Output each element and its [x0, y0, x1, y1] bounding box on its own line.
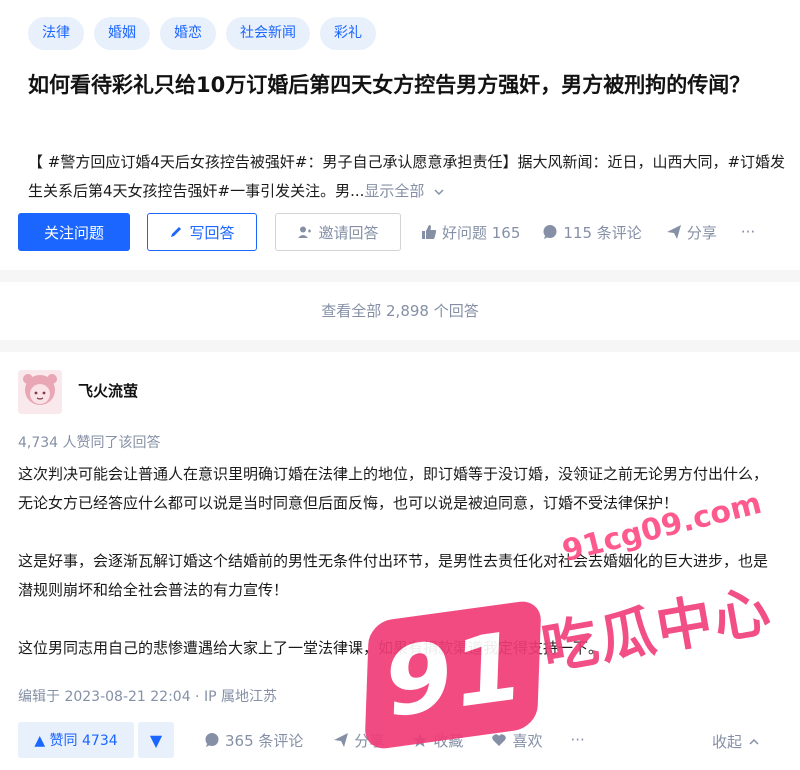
- show-all-link[interactable]: 显示全部: [364, 182, 445, 200]
- star-icon: [412, 732, 428, 748]
- show-all-label: 显示全部: [364, 182, 425, 200]
- invite-answer-button[interactable]: 邀请回答: [275, 213, 401, 251]
- follow-question-button[interactable]: 关注问题: [18, 213, 130, 251]
- pencil-icon: [169, 225, 183, 239]
- collapse-label: 收起: [711, 733, 742, 751]
- tag-marriage[interactable]: 婚姻: [94, 17, 150, 50]
- answer-paragraph: 这位男同志用自己的悲惨遭遇给大家上了一堂法律课，如果有捐款渠道我定得支持一下。: [18, 639, 604, 657]
- good-question-label: 好问题 165: [442, 223, 521, 242]
- collect-button[interactable]: 收藏: [412, 730, 463, 751]
- share-icon: [333, 732, 349, 748]
- comment-icon: [204, 732, 220, 748]
- write-answer-label: 写回答: [189, 223, 235, 242]
- question-title[interactable]: 如何看待彩礼只给10万订婚后第四天女方控告男方强奸，男方被刑拘的传闻？: [28, 68, 788, 102]
- tag-romance[interactable]: 婚恋: [160, 17, 216, 50]
- question-actions: 关注问题 写回答 邀请回答 好问题 165 115 条评论 分享 ···: [18, 213, 755, 251]
- question-comments-button[interactable]: 115 条评论: [542, 213, 642, 251]
- collapse-button[interactable]: 收起: [712, 731, 760, 752]
- edit-info: 编辑于 2023-08-21 22:04 · IP 属地江苏: [18, 689, 277, 705]
- question-card: 法律 婚姻 婚恋 社会新闻 彩礼 如何看待彩礼只给10万订婚后第四天女方控告男方…: [0, 0, 800, 270]
- answer-share-label: 分享: [354, 731, 385, 750]
- thumbs-up-icon: [421, 224, 437, 240]
- invite-user-icon: [297, 225, 312, 240]
- share-icon: [666, 224, 682, 240]
- view-all-answers-link[interactable]: 查看全部 2,898 个回答: [0, 282, 800, 340]
- answer-paragraph: 这是好事，会逐渐瓦解订婚这个结婚前的男性无条件付出环节，是男性去责任化对社会去婚…: [18, 552, 769, 599]
- question-more-button[interactable]: ···: [741, 213, 755, 251]
- author-name[interactable]: 飞火流萤: [78, 380, 138, 401]
- answer-paragraph: 这次判决可能会让普通人在意识里明确订婚在法律上的地位，即订婚等于没订婚，没领证之…: [18, 465, 769, 512]
- like-label: 喜欢: [512, 731, 543, 750]
- question-share-button[interactable]: 分享: [666, 213, 717, 251]
- comment-icon: [542, 224, 558, 240]
- collect-label: 收藏: [433, 731, 464, 750]
- heart-icon: [491, 732, 507, 748]
- question-share-label: 分享: [686, 223, 717, 242]
- answer-share-button[interactable]: 分享: [333, 730, 384, 751]
- view-all-card: 查看全部 2,898 个回答: [0, 282, 800, 340]
- answer-more-button[interactable]: ···: [570, 731, 584, 749]
- question-comments-label: 115 条评论: [563, 223, 642, 242]
- invite-answer-label: 邀请回答: [318, 223, 379, 242]
- topic-tags: 法律 婚姻 婚恋 社会新闻 彩礼: [28, 17, 376, 50]
- answer-card: 飞火流萤 4,734 人赞同了该回答 这次判决可能会让普通人在意识里明确订婚在法…: [0, 352, 800, 770]
- tag-law[interactable]: 法律: [28, 17, 84, 50]
- write-answer-button[interactable]: 写回答: [147, 213, 257, 251]
- vote-up-button[interactable]: ▲ 赞同 4734: [18, 722, 134, 758]
- answer-comments-button[interactable]: 365 条评论: [204, 730, 303, 751]
- tag-bride-price[interactable]: 彩礼: [320, 17, 376, 50]
- like-button[interactable]: 喜欢: [491, 730, 542, 751]
- answer-body: 这次判决可能会让普通人在意识里明确订婚在法律上的地位，即订婚等于没订婚，没领证之…: [18, 460, 778, 692]
- chevron-down-icon: [434, 188, 444, 195]
- author-avatar-icon: [18, 370, 62, 414]
- avatar[interactable]: [18, 370, 62, 414]
- answer-comments-label: 365 条评论: [225, 731, 304, 750]
- answer-actions: ▲ 赞同 4734 ▼ 365 条评论 分享 收藏 喜欢 ···: [18, 722, 585, 758]
- vote-count-info: 4,734 人赞同了该回答: [18, 435, 161, 451]
- good-question-button[interactable]: 好问题 165: [421, 213, 520, 251]
- tag-social-news[interactable]: 社会新闻: [226, 17, 310, 50]
- chevron-up-icon: [749, 738, 759, 745]
- question-excerpt: 【 #警方回应订婚4天后女孩控告被强奸#：男子自己承认愿意承担责任】据大风新闻：…: [28, 148, 798, 206]
- vote-down-button[interactable]: ▼: [138, 722, 174, 758]
